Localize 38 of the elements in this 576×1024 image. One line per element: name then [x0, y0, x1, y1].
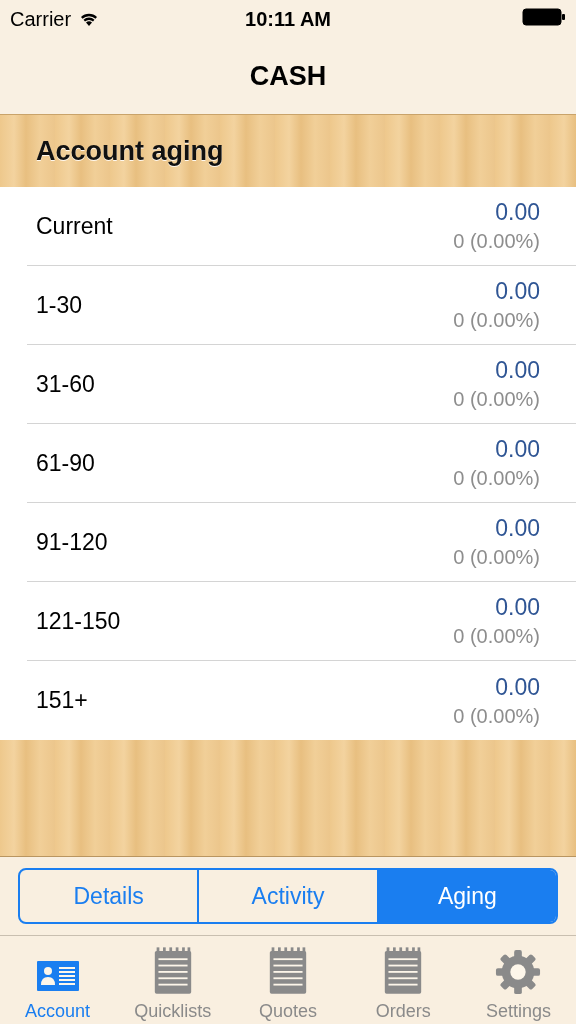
row-label: 31-60: [36, 370, 95, 398]
tab-bar-item[interactable]: Orders: [345, 936, 461, 1024]
screen-title: CASH: [249, 60, 327, 92]
battery-icon: [522, 8, 566, 26]
notepad-icon: [268, 947, 308, 995]
wifi-icon: [79, 11, 100, 27]
section-title: Account aging: [36, 135, 224, 167]
row-amount: 0.00: [495, 594, 540, 621]
status-time: 10:11 AM: [245, 7, 331, 31]
notepad-icon: [383, 947, 424, 995]
row-count: 0 (0.00%): [453, 309, 540, 332]
row-count: 0 (0.00%): [453, 388, 540, 411]
row-label: 121-150: [36, 607, 121, 635]
row-amount: 0.00: [495, 436, 540, 463]
row-label: 61-90: [36, 449, 95, 477]
row-count: 0 (0.00%): [453, 467, 540, 490]
tab-bar-item[interactable]: Settings: [460, 936, 576, 1024]
row-count: 0 (0.00%): [453, 625, 540, 648]
row-amount: 0.00: [495, 515, 540, 542]
row-label: Current: [36, 212, 113, 240]
row-amount: 0.00: [495, 199, 540, 226]
row-label: 91-120: [36, 528, 108, 556]
segment-tab[interactable]: Details: [20, 870, 198, 922]
segment-tab[interactable]: Aging: [376, 870, 556, 922]
row-amount: 0.00: [495, 357, 540, 384]
row-count: 0 (0.00%): [453, 546, 540, 569]
tab-bar-item[interactable]: Account: [0, 936, 116, 1024]
settings-icon: [495, 949, 542, 995]
row-count: 0 (0.00%): [453, 704, 540, 728]
row-amount: 0.00: [495, 278, 540, 305]
tab-bar-item[interactable]: Quicklists: [115, 936, 231, 1024]
tab-bar-item[interactable]: Quotes: [230, 936, 346, 1024]
carrier-name: Carrier: [10, 7, 72, 31]
notepad-icon: [152, 947, 193, 995]
row-count: 0 (0.00%): [453, 230, 540, 253]
row-label: 1-30: [36, 291, 83, 319]
row-amount: 0.00: [495, 673, 540, 701]
row-label: 151+: [36, 687, 88, 714]
